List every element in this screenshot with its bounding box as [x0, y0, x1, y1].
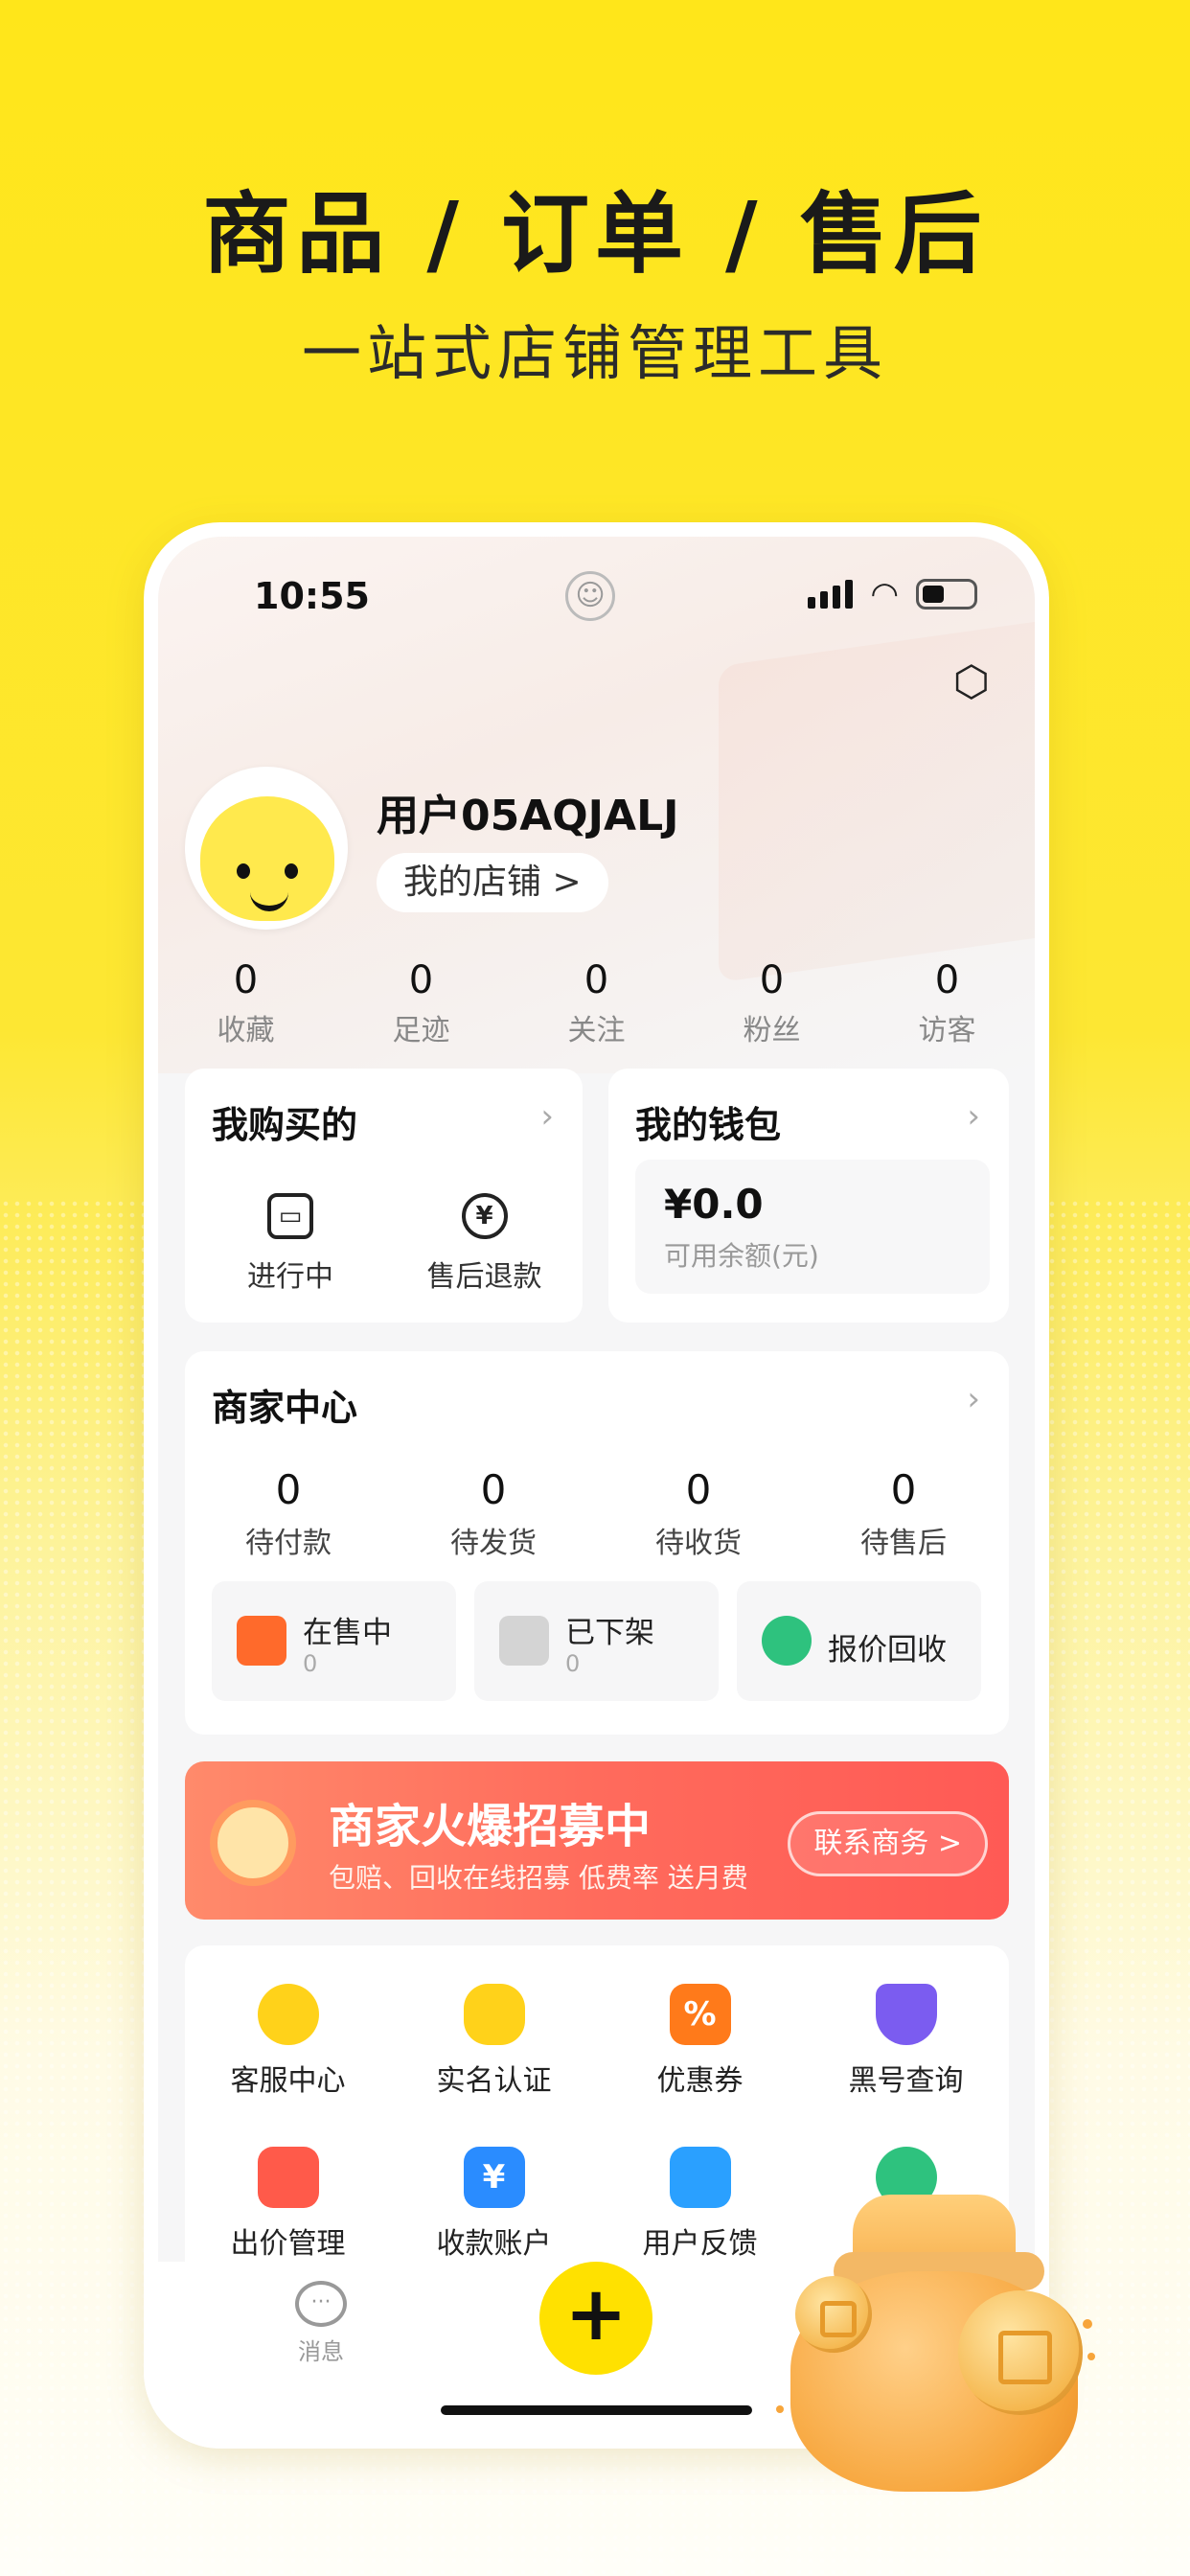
- merchant-card: 商家中心 › 0 待付款 0 待发货 0 待收货 0 待售后 在售中 0 已下架 0 报价回…: [185, 1351, 1009, 1735]
- service-blacklist-check[interactable]: 黑号查询: [803, 1984, 1009, 2099]
- profile-stats: 0 收藏 0 足迹 0 关注 0 粉丝 0 访客: [158, 958, 1035, 1048]
- yen-account-icon: ¥: [463, 2147, 525, 2208]
- shopping-bag-icon: [237, 1616, 286, 1666]
- wallet-card[interactable]: 我的钱包 › ¥0.0 可用余额(元): [608, 1069, 1009, 1322]
- merchant-recruit-banner[interactable]: 商家火爆招募中 包赔、回收在线招募 低费率 送月费 联系商务 >: [185, 1761, 1009, 1920]
- service-payee-account[interactable]: ¥ 收款账户: [391, 2147, 597, 2262]
- stat-following[interactable]: 0 关注: [509, 958, 684, 1048]
- purchases-title: 我购买的: [212, 1104, 358, 1146]
- tag-icon: [257, 2147, 319, 2208]
- download-box-icon: [499, 1616, 549, 1666]
- service-verification[interactable]: 实名认证: [391, 1984, 597, 2099]
- coin-icon: [958, 2290, 1083, 2415]
- stat-favorites[interactable]: 0 收藏: [158, 958, 333, 1048]
- my-store-button[interactable]: 我的店铺 >: [377, 853, 608, 912]
- merchant-pending-receipt[interactable]: 0 待收货: [603, 1466, 794, 1561]
- stat-visitors[interactable]: 0 访客: [859, 958, 1035, 1048]
- camera-icon: ☺: [565, 571, 615, 621]
- chat-bubble-icon: ···: [295, 2281, 347, 2327]
- box-icon: ▭: [267, 1193, 313, 1239]
- promo-subline: 一站式店铺管理工具: [301, 318, 888, 388]
- battery-icon: [916, 579, 977, 610]
- purchases-refund[interactable]: ¥ 售后退款: [400, 1193, 568, 1295]
- status-icons: ◠: [808, 575, 977, 613]
- chip-on-sale[interactable]: 在售中 0: [212, 1581, 456, 1701]
- verified-badge-icon: [463, 1984, 525, 2045]
- contact-business-button[interactable]: 联系商务 >: [788, 1811, 988, 1876]
- stat-fans[interactable]: 0 粉丝: [684, 958, 859, 1048]
- banner-subtitle: 包赔、回收在线招募 低费率 送月费: [329, 1862, 748, 1894]
- mail-icon: [669, 2147, 731, 2208]
- purchases-card[interactable]: 我购买的 › ▭ 进行中 ¥ 售后退款: [185, 1069, 583, 1322]
- merchant-title: 商家中心: [212, 1387, 358, 1429]
- yen-refund-icon: ¥: [461, 1193, 508, 1239]
- settings-icon[interactable]: ⬡: [949, 659, 995, 705]
- coin-icon: [795, 2276, 872, 2353]
- frog-icon: [257, 1984, 319, 2045]
- tab-messages[interactable]: ··· 消息: [273, 2281, 369, 2366]
- stat-footprints[interactable]: 0 足迹: [333, 958, 509, 1048]
- signal-icon: [808, 580, 854, 609]
- avatar[interactable]: [185, 767, 348, 930]
- recycle-icon: [762, 1616, 812, 1666]
- wallet-balance: ¥0.0 可用余额(元): [635, 1160, 990, 1294]
- coupon-icon: %: [669, 1984, 731, 2045]
- home-indicator: [441, 2405, 752, 2415]
- merchant-pending-shipment[interactable]: 0 待发货: [398, 1466, 589, 1561]
- chevron-right-icon[interactable]: ›: [967, 1380, 980, 1418]
- wallet-title: 我的钱包: [635, 1104, 782, 1146]
- promo-headline: 商品 / 订单 / 售后: [202, 183, 988, 286]
- merchant-pending-aftersale[interactable]: 0 待售后: [808, 1466, 999, 1561]
- service-feedback[interactable]: 用户反馈: [597, 2147, 803, 2262]
- username: 用户05AQJALJ: [377, 792, 679, 840]
- service-bid-management[interactable]: 出价管理: [185, 2147, 391, 2262]
- purchases-in-progress[interactable]: ▭ 进行中: [214, 1193, 367, 1295]
- megaphone-icon: [210, 1800, 296, 1886]
- status-time: 10:55: [254, 575, 370, 617]
- chip-delisted[interactable]: 已下架 0: [474, 1581, 719, 1701]
- service-customer-center[interactable]: 客服中心: [185, 1984, 391, 2099]
- publish-plus-button[interactable]: +: [539, 2262, 652, 2375]
- app-screen: 10:55 ☺ ◠ ⬡ 用户05AQJALJ 我的店铺 > 0 收藏 0 足迹 0关…: [158, 537, 1035, 2262]
- chip-recycle-quote[interactable]: 报价回收: [737, 1581, 981, 1701]
- chevron-right-icon[interactable]: ›: [540, 1097, 554, 1136]
- shield-search-icon: [875, 1984, 937, 2045]
- chevron-right-icon[interactable]: ›: [967, 1097, 980, 1136]
- lucky-bag-illustration: [776, 2166, 1095, 2511]
- banner-title: 商家火爆招募中: [329, 1800, 652, 1853]
- wifi-icon: ◠: [870, 575, 899, 613]
- service-coupons[interactable]: % 优惠券: [597, 1984, 803, 2099]
- merchant-pending-payment[interactable]: 0 待付款: [193, 1466, 384, 1561]
